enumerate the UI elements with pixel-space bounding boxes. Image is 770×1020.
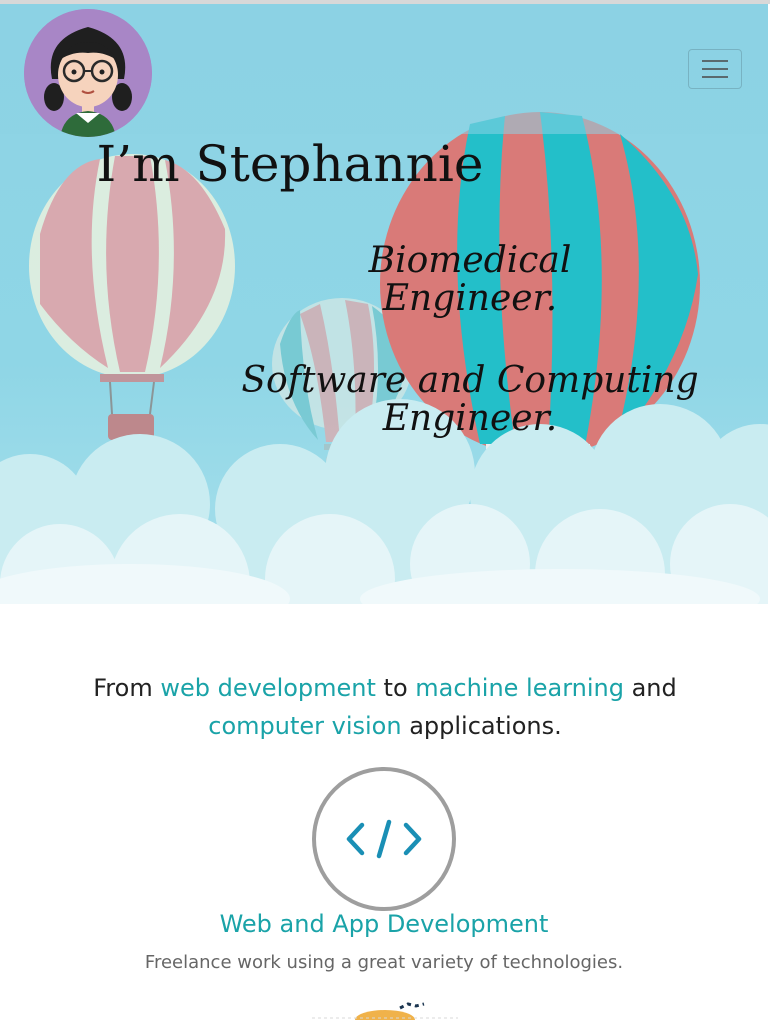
service-icon-circle	[312, 767, 456, 911]
hero-banner: I’m Stephannie Biomedical Engineer. Soft…	[0, 4, 768, 604]
hero-name: I’m Stephannie	[96, 135, 484, 193]
service-description: Freelance work using a great variety of …	[144, 952, 624, 973]
code-icon	[346, 819, 422, 859]
hero-role-software: Software and Computing Engineer.	[241, 360, 699, 439]
intro-prefix: From	[93, 674, 161, 702]
hero-role-biomedical: Biomedical Engineer.	[368, 240, 572, 319]
intro-middle: to	[375, 674, 416, 702]
hamburger-menu-icon	[702, 54, 728, 84]
intro-suffix: applications.	[401, 712, 562, 740]
intro-and: and	[623, 674, 677, 702]
web-development-link[interactable]: web development	[160, 674, 376, 702]
avatar[interactable]	[24, 9, 152, 137]
service-title[interactable]: Web and App Development	[0, 910, 768, 938]
navbar-toggle-button[interactable]	[688, 49, 742, 89]
computer-vision-link[interactable]: computer vision	[208, 712, 401, 740]
intro-statement: From web development to machine learning…	[40, 669, 730, 745]
next-service-icon	[312, 1002, 458, 1020]
cartoon-girl-avatar-icon	[24, 9, 152, 137]
machine-learning-link[interactable]: machine learning	[415, 674, 624, 702]
